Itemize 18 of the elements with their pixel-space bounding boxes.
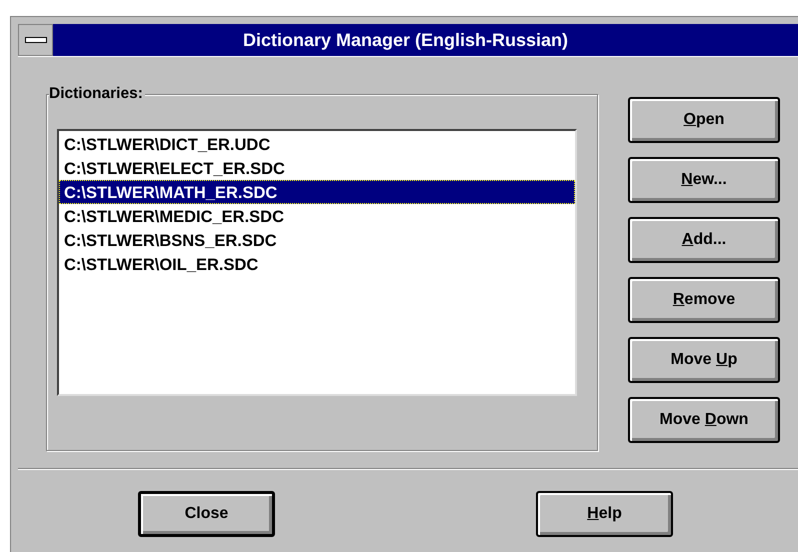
list-item[interactable]: C:\STLWER\OIL_ER.SDC xyxy=(59,252,575,276)
dialog-button[interactable]: Add... xyxy=(628,217,780,263)
list-item[interactable]: C:\STLWER\BSNS_ER.SDC xyxy=(59,228,575,252)
window-title: Dictionary Manager (English-Russian) xyxy=(242,28,568,52)
list-item[interactable]: C:\STLWER\MATH_ER.SDC xyxy=(59,180,575,204)
dialog-button[interactable]: New... xyxy=(628,157,780,203)
dialog-button[interactable]: Open xyxy=(628,97,780,143)
system-menu-button[interactable] xyxy=(18,24,53,56)
dialog-button[interactable]: Move Down xyxy=(628,397,780,443)
list-item[interactable]: C:\STLWER\MEDIC_ER.SDC xyxy=(59,204,575,228)
dialog-button[interactable]: Move Up xyxy=(628,337,780,383)
dialog-button[interactable]: Close xyxy=(138,491,275,537)
dialog-button[interactable]: Remove xyxy=(628,277,780,323)
list-item[interactable]: C:\STLWER\ELECT_ER.SDC xyxy=(59,156,575,180)
dialog-button[interactable]: Help xyxy=(536,491,673,537)
list-item[interactable]: C:\STLWER\DICT_ER.UDC xyxy=(59,132,575,156)
system-menu-icon xyxy=(24,37,46,43)
dictionary-list[interactable]: C:\STLWER\DICT_ER.UDC C:\STLWER\ELECT_ER.SDC C:\STLWER\MATH_ER.SDC C:\STLWER\MEDIC_ER.SDC C:\STLWER\BSNS_ER.SDC C:\STLWER\OIL_ER.SDC xyxy=(57,129,577,396)
